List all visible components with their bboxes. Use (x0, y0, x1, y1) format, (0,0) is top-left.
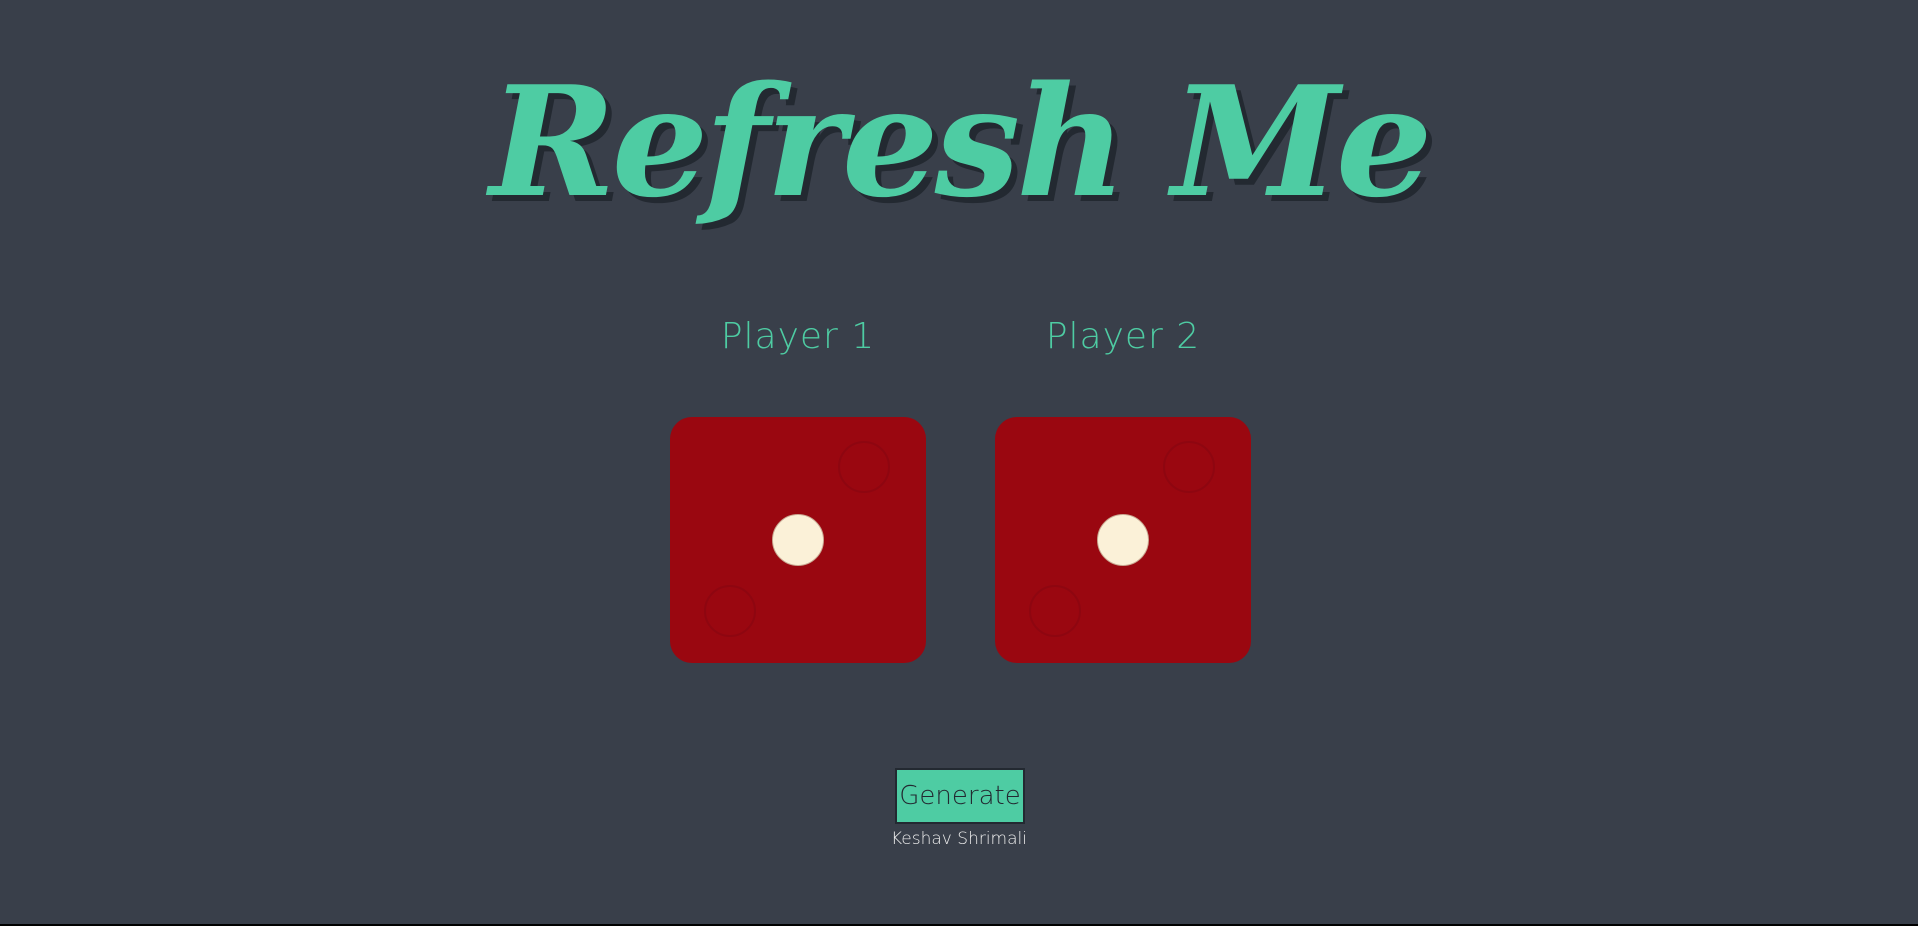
player-1-die (670, 417, 926, 663)
faint-pip-mark (704, 585, 756, 637)
faint-pip-mark (1029, 585, 1081, 637)
player-2-label: Player 2 (1045, 316, 1201, 357)
author-credit: Keshav Shrimali (891, 829, 1027, 849)
player-2-die (995, 417, 1251, 663)
page-title: Refresh Me (489, 52, 1432, 231)
generate-button[interactable]: Generate (895, 768, 1025, 824)
faint-pip-mark (1163, 441, 1215, 493)
die-pip (772, 514, 824, 566)
faint-pip-mark (838, 441, 890, 493)
die-pip (1097, 514, 1149, 566)
player-1-label: Player 1 (720, 316, 876, 357)
